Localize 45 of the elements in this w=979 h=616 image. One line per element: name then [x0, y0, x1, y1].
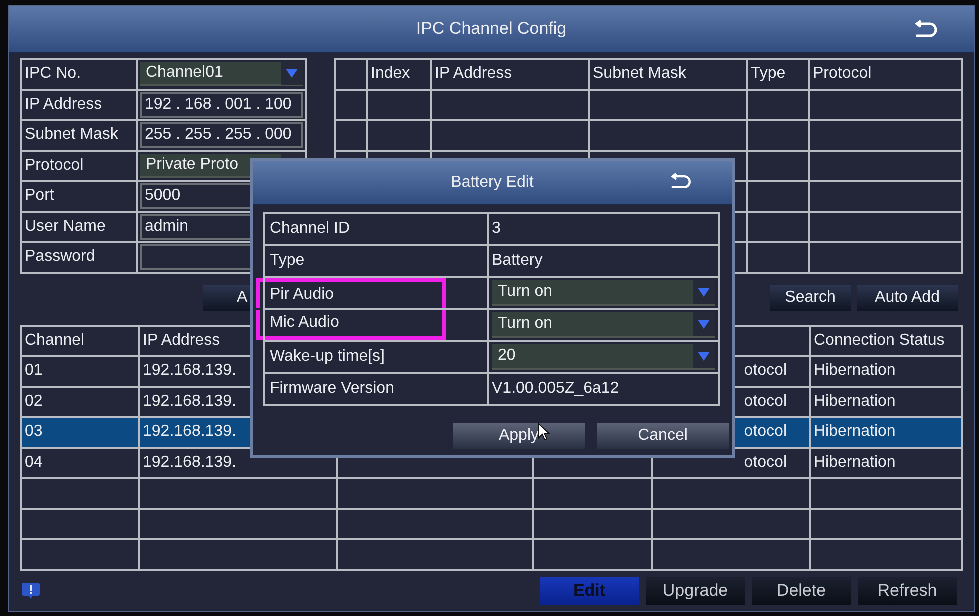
table-cell[interactable]: 01	[21, 356, 139, 386]
input-field[interactable]: 192 . 168 . 001 . 100	[140, 92, 303, 118]
form-label: User Name	[21, 212, 137, 242]
action-button[interactable]: Search	[770, 284, 851, 310]
table-cell[interactable]: 03	[21, 417, 139, 448]
dialog-button[interactable]: Apply	[453, 423, 585, 449]
column-header: Protocol	[809, 59, 962, 90]
dropdown[interactable]: Turn on	[492, 280, 715, 306]
form-label: Password	[21, 242, 137, 272]
column-header: Subnet Mask	[589, 59, 747, 90]
dropdown[interactable]: 20	[492, 344, 715, 370]
dialog-button[interactable]: Cancel	[597, 423, 729, 449]
table-cell: Hibernation	[810, 356, 962, 386]
dropdown[interactable]: Channel01	[140, 62, 303, 86]
field-label: Type	[269, 251, 306, 271]
field-value: V1.00.005Z_6a12	[492, 380, 620, 397]
form-label: IPC No.	[21, 59, 137, 90]
field-value: 3	[492, 220, 501, 237]
action-button[interactable]: Auto Add	[857, 284, 958, 310]
action-button[interactable]: Refresh	[858, 576, 957, 604]
back-icon[interactable]	[668, 173, 692, 191]
column-header: Channel	[21, 326, 139, 356]
table-cell[interactable]: 04	[21, 448, 139, 478]
window-title: IPC Channel Config	[416, 19, 567, 39]
table-cell: Hibernation	[810, 448, 962, 478]
field-label: Pir Audio	[256, 278, 446, 308]
form-label: Port	[21, 181, 137, 212]
form-label: Subnet Mask	[21, 120, 137, 150]
column-header: Type	[747, 59, 809, 90]
cursor-icon	[538, 423, 550, 441]
table-cell: Hibernation	[810, 417, 962, 448]
column-header: Connection Status	[810, 326, 962, 356]
dialog-title: Battery Edit	[451, 174, 534, 192]
dropdown[interactable]: Turn on	[492, 312, 715, 338]
action-button[interactable]: Delete	[752, 576, 851, 604]
column-header: IP Address	[431, 59, 589, 90]
field-label: Mic Audio	[256, 310, 446, 340]
form-label: IP Address	[21, 90, 137, 120]
input-field[interactable]: 255 . 255 . 255 . 000	[140, 122, 303, 148]
column-header: Index	[367, 59, 431, 90]
form-label: Protocol	[21, 150, 137, 181]
alert-icon[interactable]	[22, 582, 40, 598]
action-button[interactable]: Upgrade	[646, 576, 745, 604]
action-button[interactable]: A	[203, 284, 250, 310]
field-value: Battery	[492, 252, 543, 269]
